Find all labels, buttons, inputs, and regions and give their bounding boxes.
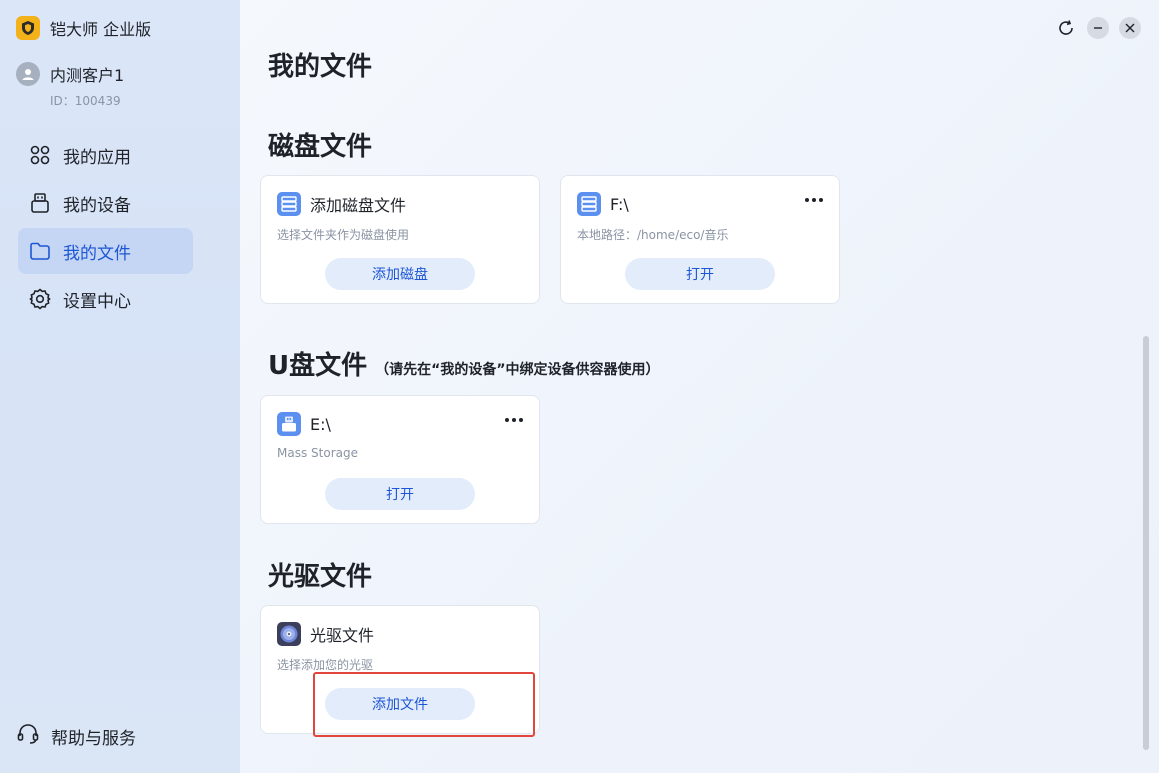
card-description: 本地路径：/home/eco/音乐: [577, 228, 729, 242]
user-info: 内测客户1 ID：100439: [16, 62, 124, 109]
apps-icon: [28, 143, 52, 167]
disk-section-title: 磁盘文件: [268, 132, 373, 162]
usb-section-title: U盘文件 （请先在“我的设备”中绑定设备供容器使用）: [268, 345, 660, 382]
optical-card: 光驱文件 选择添加您的光驱 添加文件: [260, 605, 540, 737]
usb-drive-icon: [277, 412, 301, 436]
sidebar-item-label: 我的设备: [63, 195, 131, 216]
more-options-icon[interactable]: [805, 198, 823, 202]
user-id: ID：100439: [50, 94, 121, 108]
card-description: 选择添加您的光驱: [277, 658, 374, 672]
disk-icon: [277, 192, 301, 216]
card-description: Mass Storage: [277, 446, 358, 460]
usb-e-card: E:\ Mass Storage 打开: [260, 395, 540, 524]
add-disk-card: 添加磁盘文件 选择文件夹作为磁盘使用 添加磁盘: [260, 175, 540, 304]
add-file-button[interactable]: 添加文件: [325, 688, 475, 720]
optical-section-title: 光驱文件: [268, 562, 373, 592]
sidebar-item-label: 设置中心: [63, 291, 131, 312]
more-options-icon[interactable]: [505, 418, 523, 422]
refresh-button[interactable]: [1055, 17, 1077, 39]
headset-icon: [16, 722, 40, 750]
avatar-icon: [16, 62, 40, 86]
card-title: 添加磁盘文件: [310, 196, 407, 215]
main-content: 我的文件 磁盘文件 添加磁盘文件 选择文件夹作为磁盘使用 添加磁盘 F:\ 本地…: [240, 0, 1159, 773]
usb-section-label: U盘文件: [268, 351, 368, 381]
open-button[interactable]: 打开: [325, 478, 475, 510]
card-title: 光驱文件: [310, 626, 375, 645]
help-and-service[interactable]: 帮助与服务: [16, 722, 136, 750]
window-controls: [1055, 17, 1141, 39]
disk-f-card: F:\ 本地路径：/home/eco/音乐 打开: [560, 175, 840, 304]
usb-section-note: （请先在“我的设备”中绑定设备供容器使用）: [375, 362, 660, 378]
help-label: 帮助与服务: [51, 728, 136, 749]
add-disk-button[interactable]: 添加磁盘: [325, 258, 475, 290]
sidebar: 铠大师 企业版 内测客户1 ID：100439 我的应用 我的设备 我的文件 设…: [0, 0, 240, 773]
open-button[interactable]: 打开: [625, 258, 775, 290]
sidebar-item-label: 我的应用: [63, 147, 131, 168]
sidebar-item-label: 我的文件: [63, 243, 131, 264]
sidebar-item-devices[interactable]: 我的设备: [18, 180, 193, 226]
card-title: E:\: [310, 414, 331, 434]
disk-icon: [577, 192, 601, 216]
sidebar-item-files[interactable]: 我的文件: [18, 228, 193, 274]
user-name: 内测客户1: [50, 66, 125, 85]
minimize-button[interactable]: [1087, 17, 1109, 39]
shield-logo-icon: [16, 16, 40, 40]
optical-disc-icon: [277, 622, 301, 646]
sidebar-item-apps[interactable]: 我的应用: [18, 132, 193, 178]
card-description: 选择文件夹作为磁盘使用: [277, 228, 410, 242]
scrollbar[interactable]: [1143, 336, 1149, 750]
card-title: F:\: [610, 194, 629, 214]
app-title: 铠大师 企业版: [50, 20, 152, 39]
device-icon: [28, 191, 52, 215]
sidebar-nav: 我的应用 我的设备 我的文件 设置中心: [18, 132, 193, 324]
brand: 铠大师 企业版: [16, 14, 151, 42]
sidebar-item-settings[interactable]: 设置中心: [18, 276, 193, 322]
gear-icon: [28, 287, 52, 311]
close-button[interactable]: [1119, 17, 1141, 39]
folder-icon: [28, 239, 52, 263]
page-title: 我的文件: [268, 52, 373, 82]
